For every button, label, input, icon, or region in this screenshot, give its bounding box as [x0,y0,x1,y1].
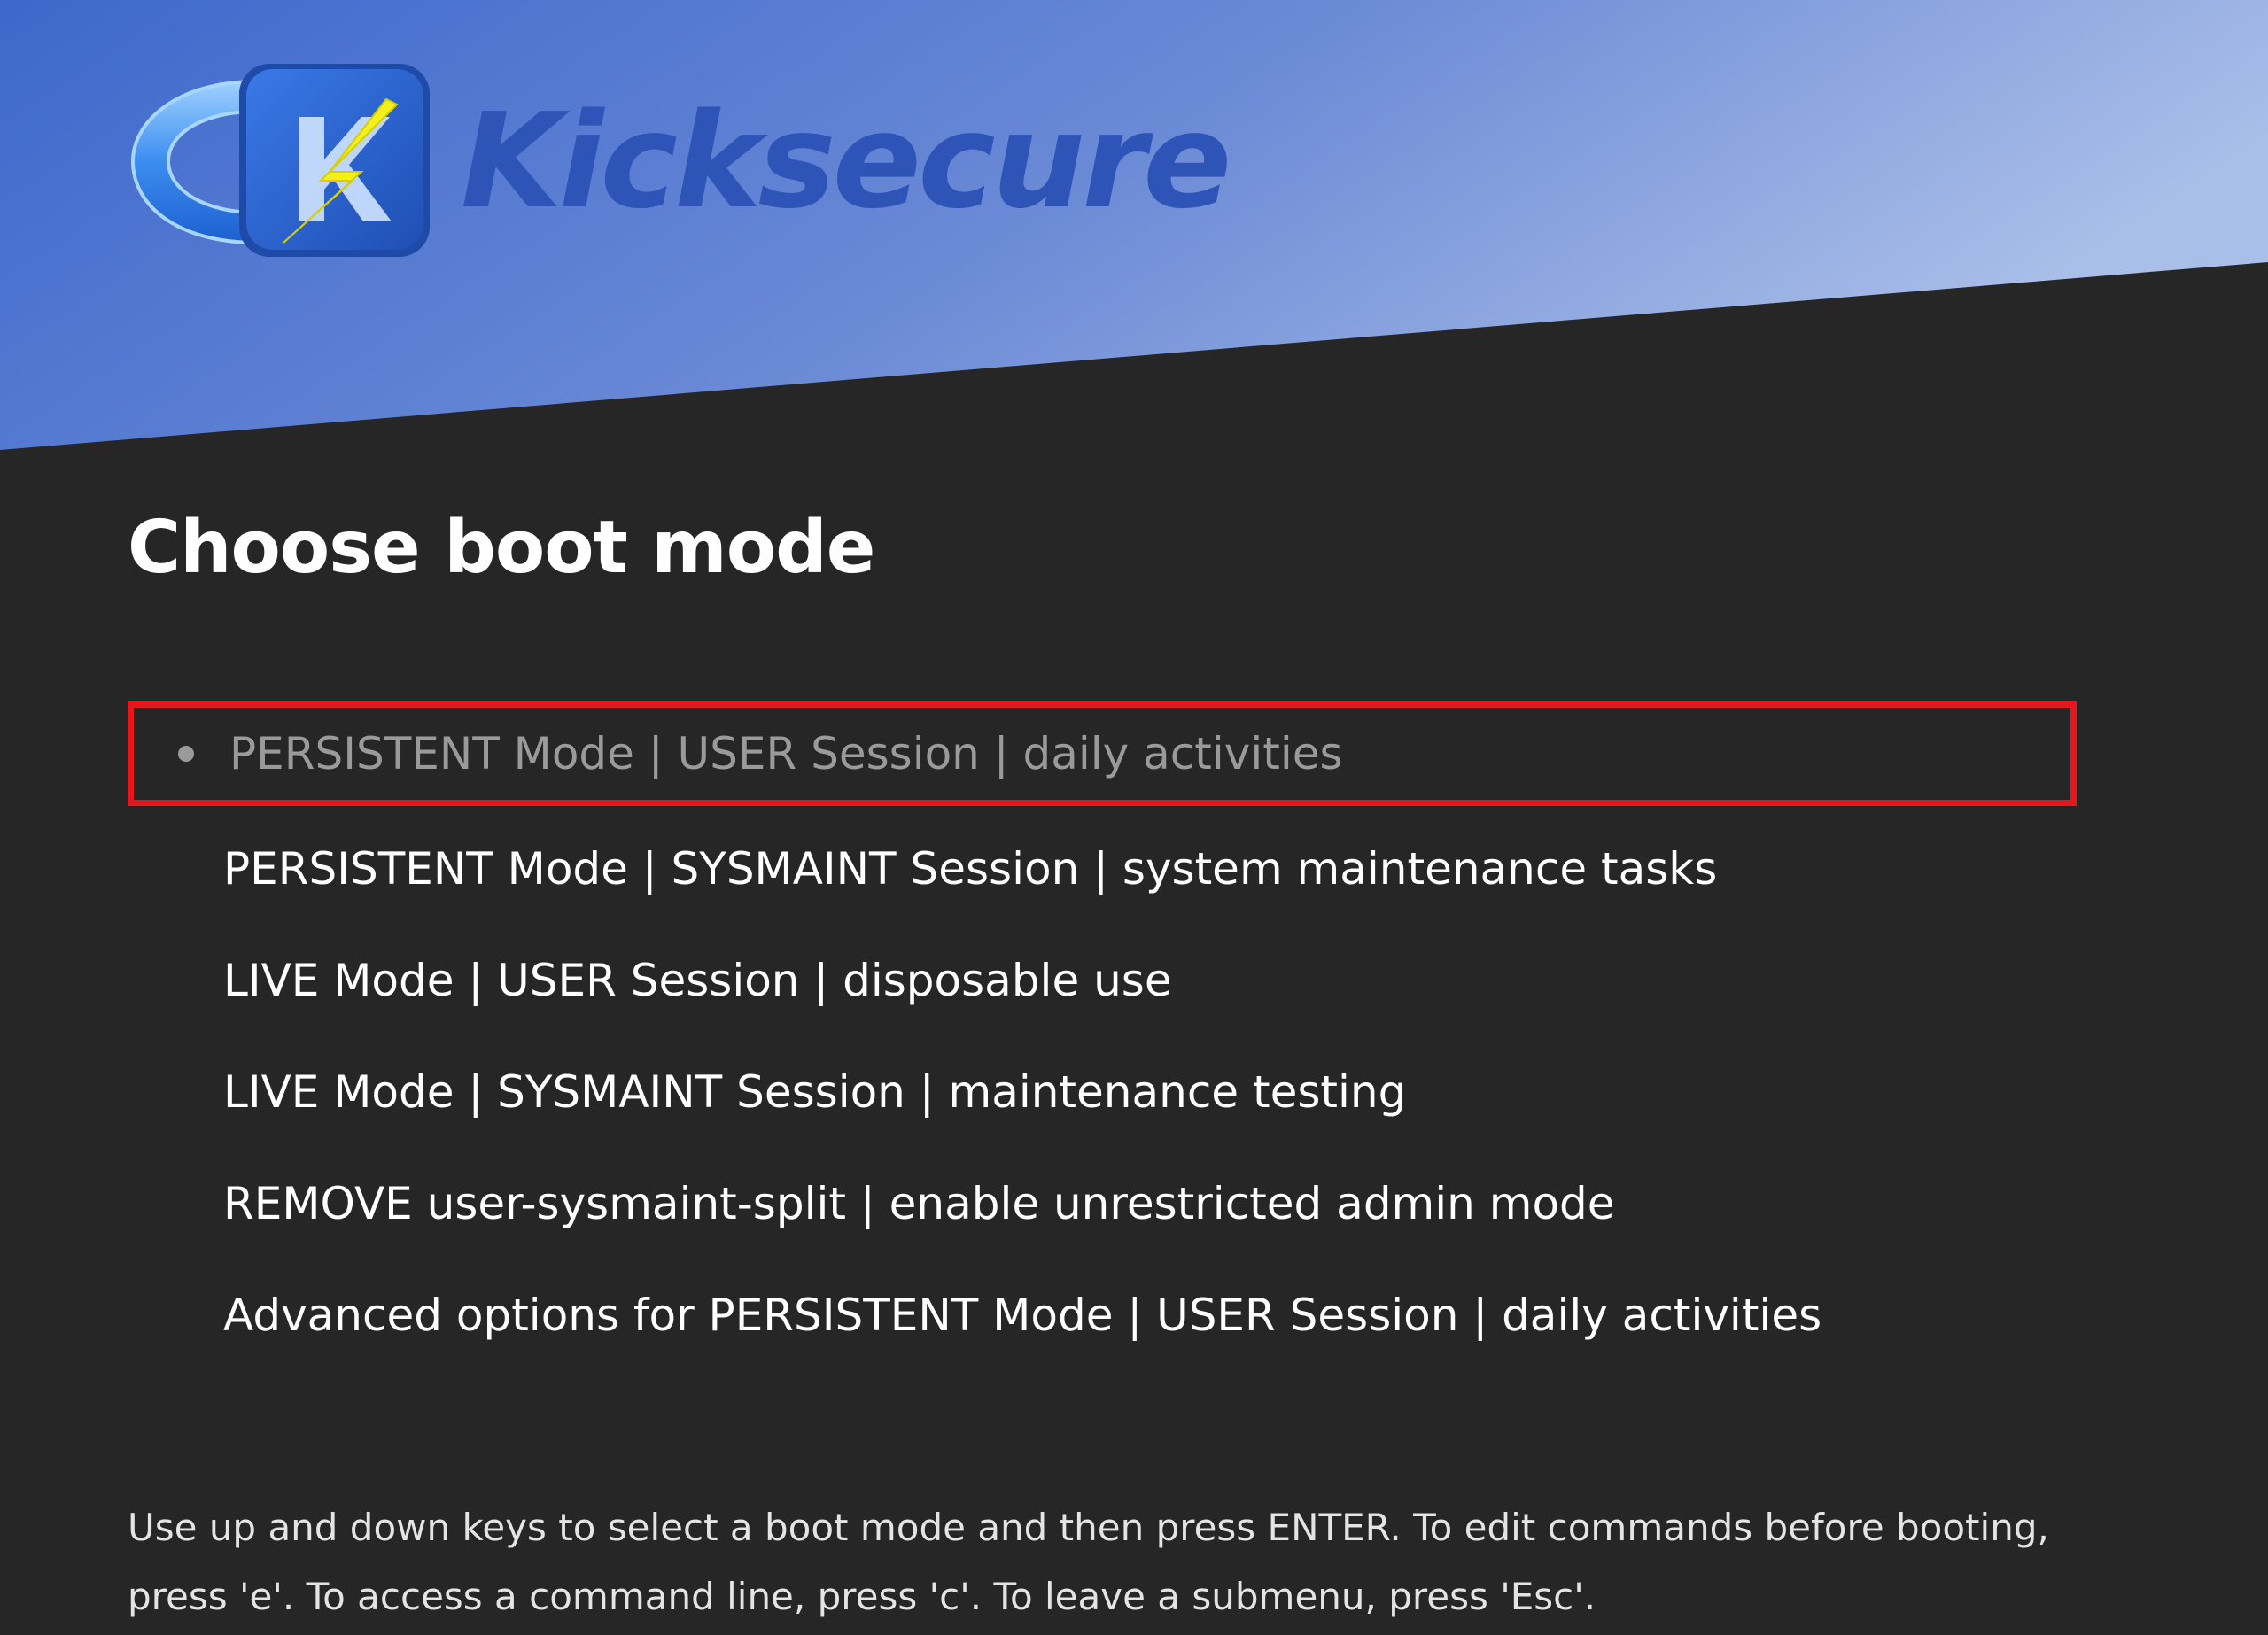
brand-name: Kicksecure [461,85,1231,237]
page-title: Choose boot mode [128,506,875,590]
boot-option-persistent-user[interactable]: PERSISTENT Mode | USER Session | daily a… [128,701,2077,806]
selection-bullet-icon [178,746,194,762]
boot-option-persistent-sysmaint[interactable]: PERSISTENT Mode | SYSMAINT Session | sys… [128,813,2077,925]
boot-option-label: LIVE Mode | USER Session | disposable us… [223,955,1172,1006]
boot-option-label: PERSISTENT Mode | SYSMAINT Session | sys… [223,843,1718,895]
boot-option-live-sysmaint[interactable]: LIVE Mode | SYSMAINT Session | maintenan… [128,1036,2077,1148]
boot-option-label: PERSISTENT Mode | USER Session | daily a… [229,728,1343,779]
boot-option-label: REMOVE user-sysmaint-split | enable unre… [223,1178,1615,1229]
boot-option-label: Advanced options for PERSISTENT Mode | U… [223,1290,1822,1341]
boot-menu-screen: Kicksecure Choose boot mode PERSISTENT M… [0,0,2268,1635]
help-text-line-1: Use up and down keys to select a boot mo… [128,1506,2049,1549]
help-text-line-2: press 'e'. To access a command line, pre… [128,1575,1596,1618]
boot-option-advanced[interactable]: Advanced options for PERSISTENT Mode | U… [128,1259,2077,1371]
boot-option-label: LIVE Mode | SYSMAINT Session | maintenan… [223,1066,1407,1118]
boot-option-live-user[interactable]: LIVE Mode | USER Session | disposable us… [128,925,2077,1036]
help-text: Use up and down keys to select a boot mo… [128,1493,2165,1631]
boot-menu: PERSISTENT Mode | USER Session | daily a… [128,701,2077,1371]
boot-option-remove-split[interactable]: REMOVE user-sysmaint-split | enable unre… [128,1148,2077,1259]
